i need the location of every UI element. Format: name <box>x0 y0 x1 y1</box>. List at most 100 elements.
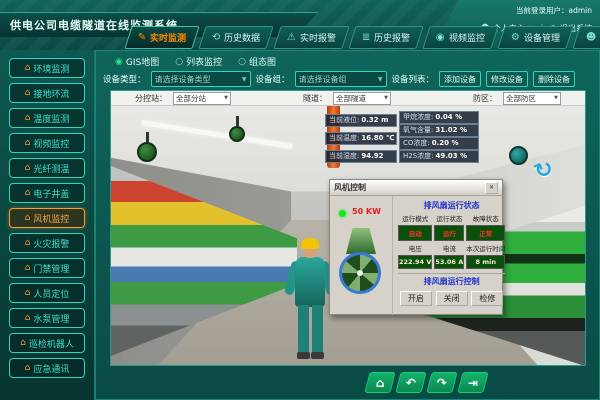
fan-housing <box>346 228 376 254</box>
sidebar-item-pump[interactable]: ⌂ 水泵管理 <box>9 308 85 328</box>
tunnel-select[interactable]: 全部隧道 ▼ <box>333 92 391 105</box>
run-mode-value: 自动 <box>398 225 432 241</box>
chevron-down-icon: ▼ <box>224 95 228 101</box>
history-alarm-icon: ≣ <box>362 33 370 43</box>
sidebar-item-fan[interactable]: ⌂ 风机监控 <box>9 208 85 228</box>
run-state-value: 运行 <box>434 225 464 241</box>
exit-view-button[interactable]: ⇥ <box>457 372 488 393</box>
wall-fan-icon[interactable] <box>509 146 528 165</box>
chevron-down-icon: ▼ <box>242 76 247 83</box>
device-type-select[interactable]: 请选择设备类型 ▼ <box>151 71 251 87</box>
radio-off-icon: ○ <box>238 57 246 67</box>
worker-avatar[interactable] <box>287 238 333 366</box>
view-mode-radios: ◉ GIS地图 ○ 列表监控 ○ 组态图 <box>115 55 276 68</box>
house-icon: ⌂ <box>25 364 31 373</box>
telemetry-liquid-level: 当前液位:0.32 m <box>325 114 397 127</box>
radio-scada-view[interactable]: ○ 组态图 <box>238 55 276 68</box>
main-content: ◉ GIS地图 ○ 列表监控 ○ 组态图 设备类型： 请选择设备类型 ▼ 设备组… <box>95 50 600 400</box>
current-value: 53.06 A <box>434 255 464 269</box>
ceiling-fan-icon[interactable] <box>229 116 245 142</box>
sidebar-item-grounding[interactable]: ⌂ 接地环流 <box>9 83 85 103</box>
sidebar-item-robot[interactable]: ⌂ 巡检机器人 <box>9 333 85 353</box>
sidebar-item-temperature[interactable]: ⌂ 温度监测 <box>9 108 85 128</box>
fan-start-button[interactable]: 开启 <box>400 291 432 306</box>
fan-control-header: 排风扇运行控制 <box>398 276 505 287</box>
worker-leg <box>298 305 309 353</box>
tab-video-monitor[interactable]: ◉ 视频监控 <box>422 26 498 49</box>
video-icon: ◉ <box>436 33 445 43</box>
logged-in-user: 当前登录用户：admin <box>462 5 592 16</box>
fault-state-value: 正常 <box>466 225 505 241</box>
house-icon: ⌂ <box>25 139 31 148</box>
status-led <box>339 210 346 217</box>
fan-status-header: 排风扇运行状态 <box>398 200 505 211</box>
station-select[interactable]: 全部分站 ▼ <box>173 92 231 105</box>
worker-boot <box>297 352 310 359</box>
fan-blades-icon <box>339 252 381 294</box>
voltage-value: 222.94 V <box>398 255 432 269</box>
house-icon: ⌂ <box>25 239 31 248</box>
history-data-icon: ⟲ <box>212 33 220 43</box>
back-button[interactable]: ↶ <box>395 372 426 393</box>
exit-icon: ⇥ <box>468 377 478 389</box>
house-icon: ⌂ <box>25 89 31 98</box>
worker-boot <box>311 352 324 359</box>
house-icon: ⌂ <box>25 189 31 198</box>
tab-device-manage[interactable]: ⚙ 设备管理 <box>497 26 573 49</box>
house-icon: ⌂ <box>25 64 31 73</box>
back-arrow-icon: ↶ <box>406 377 416 389</box>
alarm-icon: ⚠ <box>287 33 296 43</box>
radio-off-icon: ○ <box>175 57 183 67</box>
fan-stop-button[interactable]: 关闭 <box>436 291 468 306</box>
chevron-down-icon: ▼ <box>554 95 558 101</box>
fan-maintain-button[interactable]: 检修 <box>471 291 503 306</box>
radio-gis-map[interactable]: ◉ GIS地图 <box>115 55 159 68</box>
telemetry-h2s: H2S浓度:49.03 % <box>399 150 479 163</box>
sidebar-item-fiber-temp[interactable]: ⌂ 光纤测温 <box>9 158 85 178</box>
sidebar-item-personnel[interactable]: ⌂ 人员定位 <box>9 283 85 303</box>
forward-button[interactable]: ↷ <box>426 372 457 393</box>
tab-realtime-monitor[interactable]: ✎ 实时监测 <box>124 26 200 49</box>
chevron-down-icon: ▼ <box>384 95 388 101</box>
gear-icon: ⚙ <box>511 33 520 43</box>
tab-history-alarm[interactable]: ≣ 历史报警 <box>348 26 424 49</box>
device-group-select[interactable]: 请选择设备组 ▼ <box>295 71 387 87</box>
zone-select[interactable]: 全部防区 ▼ <box>503 92 561 105</box>
telemetry-humidity: 当前湿度:94.92 <box>325 150 397 163</box>
realtime-monitor-icon: ✎ <box>138 33 146 43</box>
dialog-title: 风机控制 <box>334 182 366 193</box>
fan-power-rating: 50 KW <box>352 207 381 216</box>
home-button[interactable]: ⌂ <box>364 372 395 393</box>
house-icon: ⌂ <box>20 339 26 348</box>
sidebar-item-manhole[interactable]: ⌂ 电子井盖 <box>9 183 85 203</box>
house-icon: ⌂ <box>25 289 31 298</box>
tab-history-data[interactable]: ⟲ 历史数据 <box>199 26 275 49</box>
telemetry-co: CO浓度:0.20 % <box>399 137 479 150</box>
delete-device-button[interactable]: 删除设备 <box>533 71 575 87</box>
sidebar-item-fire-alarm[interactable]: ⌂ 火灾报警 <box>9 233 85 253</box>
sidebar-item-environment[interactable]: ⌂ 环境监测 <box>9 58 85 78</box>
tunnel-3d-viewport[interactable]: 分控站： 全部分站 ▼ 隧道： 全部隧道 ▼ 防区： 全部防区 ▼ <box>110 90 586 366</box>
house-icon: ⌂ <box>25 314 31 323</box>
tab-user-manage[interactable]: ☻ 用户管理 <box>572 26 600 49</box>
radio-list-monitor[interactable]: ○ 列表监控 <box>175 55 222 68</box>
ceiling-fan-icon[interactable] <box>137 132 157 162</box>
fan-graphic-panel: 50 KW <box>330 196 393 315</box>
sidebar-item-emergency-comm[interactable]: ⌂ 应急通讯 <box>9 358 85 378</box>
close-icon[interactable]: ✕ <box>485 182 498 194</box>
worker-body <box>295 257 325 307</box>
header: 供电公司电缆隧道在线监测系统 ✎ 实时监测 ⟲ 历史数据 ⚠ 实时报警 ≣ 历史… <box>0 0 600 50</box>
dialog-titlebar[interactable]: 风机控制 ✕ <box>330 180 502 196</box>
sidebar: ⌂ 环境监测 ⌂ 接地环流 ⌂ 温度监测 ⌂ 视频监控 ⌂ 光纤测温 ⌂ 电子井… <box>0 50 95 400</box>
sidebar-item-video[interactable]: ⌂ 视频监控 <box>9 133 85 153</box>
home-icon: ⌂ <box>376 377 385 389</box>
hard-hat <box>301 238 319 249</box>
telemetry-temperature: 当前温度:16.80 ℃ <box>325 132 397 145</box>
house-icon: ⌂ <box>25 114 31 123</box>
worker-leg <box>312 305 323 353</box>
edit-device-button[interactable]: 修改设备 <box>486 71 528 87</box>
tab-realtime-alarm[interactable]: ⚠ 实时报警 <box>273 26 349 49</box>
add-device-button[interactable]: 添加设备 <box>439 71 481 87</box>
telemetry-methane: 甲烷浓度:0.04 % <box>399 111 479 124</box>
sidebar-item-access-control[interactable]: ⌂ 门禁管理 <box>9 258 85 278</box>
